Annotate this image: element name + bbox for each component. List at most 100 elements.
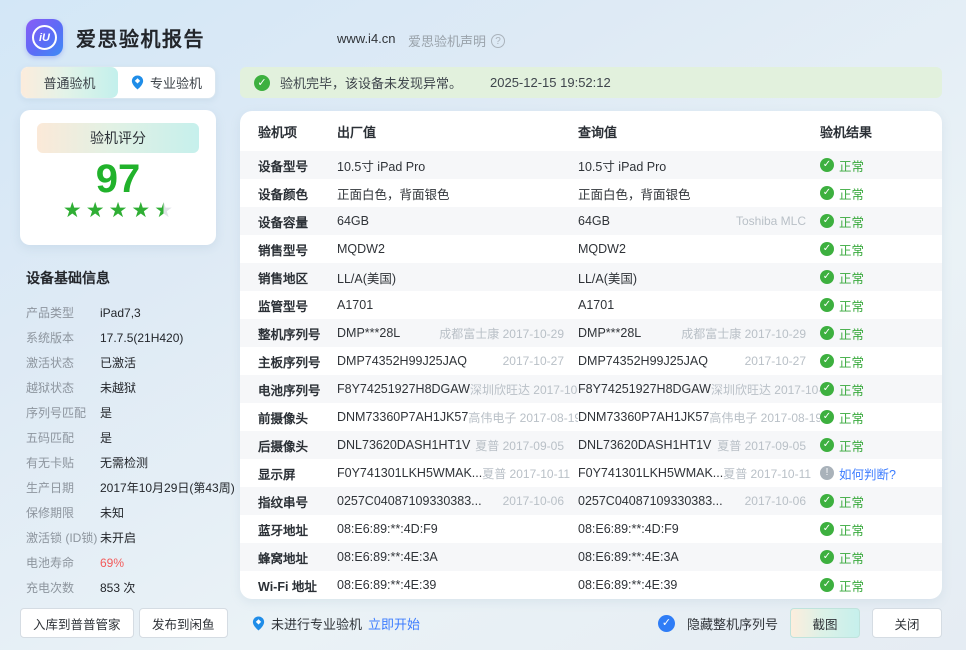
row-query-cell: 10.5寸 iPad Pro <box>578 156 820 175</box>
device-info-row: 激活锁 (ID锁)未开启 <box>26 525 234 550</box>
result-normal-label: 正常 <box>839 492 864 511</box>
row-query-cell: DNL73620DASH1HT1V夏普 2017-09-05 <box>578 437 820 454</box>
factory-value: LL/A(美国) <box>337 268 396 287</box>
factory-value: DMP74352H99J25JAQ <box>337 354 467 368</box>
row-factory-cell: 10.5寸 iPad Pro <box>337 156 578 175</box>
table-row: 设备型号10.5寸 iPad Pro10.5寸 iPad Pro✓正常 <box>240 151 942 179</box>
factory-value: 08:E6:89:**:4E:39 <box>337 578 436 592</box>
check-badge-icon: ✓ <box>254 75 270 91</box>
device-info-row: 产品类型iPad7,3 <box>26 300 234 325</box>
row-item-label: 主板序列号 <box>240 352 337 371</box>
device-info-value: 2017年10月29日(第43周) <box>100 479 235 496</box>
i4-logo-icon: iU <box>26 19 63 56</box>
device-info-value: 无需检测 <box>100 454 148 471</box>
device-info-label: 充电次数 <box>26 579 100 596</box>
banner-timestamp: 2025-12-15 19:52:12 <box>490 75 611 90</box>
header-result: 验机结果 <box>820 122 942 141</box>
row-factory-cell: 正面白色，背面银色 <box>337 184 578 203</box>
device-info-value: 已激活 <box>100 354 136 371</box>
result-normal-label: 正常 <box>839 352 864 371</box>
row-result-cell: ✓正常 <box>820 548 942 567</box>
query-value: DNL73620DASH1HT1V <box>578 438 711 452</box>
check-circle-icon: ✓ <box>820 298 834 312</box>
logo-ring: iU <box>32 25 57 50</box>
query-value: 08:E6:89:**:4D:F9 <box>578 522 679 536</box>
result-normal-label: 正常 <box>839 436 864 455</box>
query-value: DNM73360P7AH1JK57 <box>578 410 709 424</box>
row-result-cell: ✓正常 <box>820 268 942 287</box>
row-query-cell: 0257C04087109330383...2017-10-06 <box>578 494 820 508</box>
tab-pro-verify[interactable]: 专业验机 <box>118 67 215 98</box>
row-query-cell: 08:E6:89:**:4D:F9 <box>578 522 820 536</box>
row-result-cell: ✓正常 <box>820 212 942 231</box>
screenshot-button[interactable]: 截图 <box>790 608 860 638</box>
factory-extra-info: 2017-10-06 <box>503 494 578 508</box>
row-item-label: 设备型号 <box>240 156 337 175</box>
query-value: A1701 <box>578 298 614 312</box>
star-rating: ★★★★★ <box>63 200 173 222</box>
factory-value: F0Y741301LKH5WMAK... <box>337 466 482 480</box>
table-row: 蓝牙地址08:E6:89:**:4D:F908:E6:89:**:4D:F9✓正… <box>240 515 942 543</box>
factory-value: DNL73620DASH1HT1V <box>337 438 470 452</box>
result-normal-label: 正常 <box>839 520 864 539</box>
factory-value: 64GB <box>337 214 369 228</box>
question-circle-icon[interactable]: ? <box>491 34 505 48</box>
warehouse-button[interactable]: 入库到普普管家 <box>20 608 134 638</box>
row-result-cell: ✓正常 <box>820 408 942 427</box>
row-factory-cell: LL/A(美国) <box>337 268 578 287</box>
check-circle-icon: ✓ <box>820 382 834 396</box>
result-normal-label: 正常 <box>839 324 864 343</box>
row-item-label: 销售地区 <box>240 268 337 287</box>
query-extra-info: 成都富士康 2017-10-29 <box>681 325 820 342</box>
factory-value: 正面白色，背面银色 <box>337 184 450 203</box>
device-info-value: 853 次 <box>100 579 135 596</box>
footer-right-group: ✓ 隐藏整机序列号 截图 关闭 <box>658 608 942 638</box>
row-result-cell: ✓正常 <box>820 492 942 511</box>
row-query-cell: MQDW2 <box>578 242 820 256</box>
result-normal-label: 正常 <box>839 240 864 259</box>
check-circle-icon: ✓ <box>820 578 834 592</box>
row-result-cell: ✓正常 <box>820 576 942 595</box>
page-title: 爱思验机报告 <box>76 23 205 52</box>
start-now-link[interactable]: 立即开始 <box>368 614 420 633</box>
row-item-label: 整机序列号 <box>240 324 337 343</box>
how-to-judge-link[interactable]: 如何判断? <box>839 464 896 483</box>
device-info-title: 设备基础信息 <box>26 268 234 288</box>
table-row: 显示屏F0Y741301LKH5WMAK...夏普 2017-10-11F0Y7… <box>240 459 942 487</box>
device-info-list: 产品类型iPad7,3系统版本17.7.5(21H420)激活状态已激活越狱状态… <box>26 300 234 600</box>
statement-link[interactable]: 爱思验机声明 ? <box>408 31 505 50</box>
row-query-cell: DNM73360P7AH1JK57高伟电子 2017-08-19 <box>578 409 820 426</box>
site-url: www.i4.cn <box>337 31 396 46</box>
star-icon: ★ <box>109 200 128 222</box>
header-factory: 出厂值 <box>337 122 578 141</box>
row-factory-cell: F8Y74251927H8DGAW深圳欣旺达 2017-10-20 <box>337 381 578 398</box>
row-factory-cell: 08:E6:89:**:4E:3A <box>337 550 578 564</box>
table-row: 整机序列号DMP***28L成都富士康 2017-10-29DMP***28L成… <box>240 319 942 347</box>
header-item: 验机项 <box>240 122 337 141</box>
row-factory-cell: 0257C04087109330383...2017-10-06 <box>337 494 578 508</box>
star-icon: ★ <box>63 200 82 222</box>
score-card-title: 验机评分 <box>37 123 199 153</box>
row-factory-cell: A1701 <box>337 298 578 312</box>
factory-extra-info: 夏普 2017-09-05 <box>475 437 578 454</box>
close-button[interactable]: 关闭 <box>872 608 942 638</box>
row-result-cell: ✓正常 <box>820 324 942 343</box>
star-icon: ★ <box>154 200 173 222</box>
device-info-label: 生产日期 <box>26 479 100 496</box>
row-factory-cell: DMP74352H99J25JAQ2017-10-27 <box>337 354 578 368</box>
row-factory-cell: DNM73360P7AH1JK57高伟电子 2017-08-19 <box>337 409 578 426</box>
factory-value: 08:E6:89:**:4E:3A <box>337 550 438 564</box>
device-info-section: 设备基础信息 产品类型iPad7,3系统版本17.7.5(21H420)激活状态… <box>26 268 234 600</box>
factory-extra-info: 夏普 2017-10-11 <box>482 465 578 482</box>
device-info-label: 电池寿命 <box>26 554 100 571</box>
query-value: MQDW2 <box>578 242 626 256</box>
result-normal-label: 正常 <box>839 296 864 315</box>
device-info-value: 未开启 <box>100 529 136 546</box>
publish-xianyu-button[interactable]: 发布到闲鱼 <box>139 608 228 638</box>
table-row: 主板序列号DMP74352H99J25JAQ2017-10-27DMP74352… <box>240 347 942 375</box>
tab-normal-verify[interactable]: 普通验机 <box>21 67 118 98</box>
result-normal-label: 正常 <box>839 408 864 427</box>
hide-serial-checkbox[interactable]: ✓ <box>658 615 675 632</box>
check-circle-icon: ✓ <box>820 270 834 284</box>
row-item-label: 设备颜色 <box>240 184 337 203</box>
